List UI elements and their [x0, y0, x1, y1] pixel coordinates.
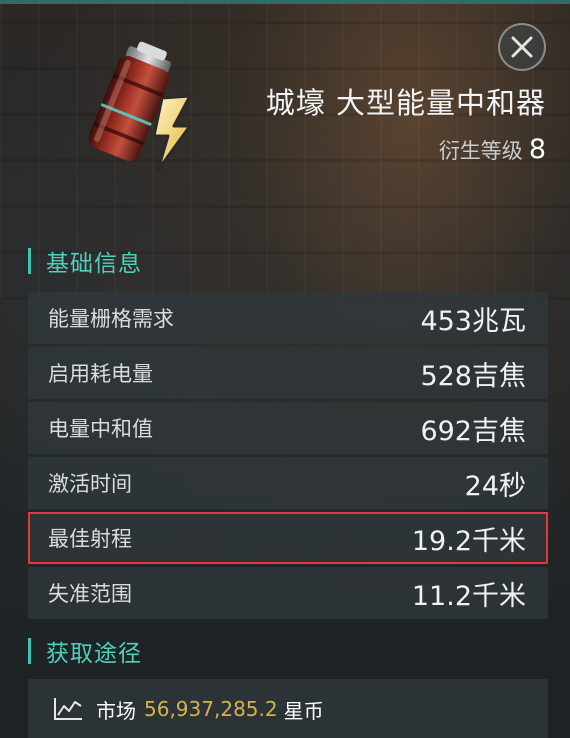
market-label: 市场: [96, 698, 136, 723]
attribute-list: 能量栅格需求 453兆瓦 启用耗电量 528吉焦 电量中和值 692吉焦 激活时…: [28, 292, 548, 622]
attribute-row-optimal-range: 最佳射程 19.2千米: [28, 512, 548, 564]
attribute-row-activation-cost: 启用耗电量 528吉焦: [28, 347, 548, 399]
attribute-value: 24秒: [464, 470, 526, 502]
attribute-label: 失准范围: [48, 582, 132, 606]
attribute-label: 能量栅格需求: [48, 307, 174, 331]
section-acquisition: 获取途径: [28, 636, 142, 667]
attribute-label: 电量中和值: [48, 417, 153, 441]
item-title: 城壕 大型能量中和器: [265, 86, 546, 120]
section-accent-bar: [28, 248, 31, 274]
attribute-label: 启用耗电量: [48, 362, 153, 386]
attribute-value: 11.2千米: [411, 580, 526, 612]
section-acquisition-label: 获取途径: [46, 641, 142, 667]
section-basic-info: 基础信息: [28, 246, 142, 277]
attribute-value: 453兆瓦: [420, 305, 526, 337]
attribute-row-falloff: 失准范围 11.2千米: [28, 567, 548, 619]
market-price: 56,937,285.2: [144, 697, 278, 721]
attribute-value: 19.2千米: [411, 525, 526, 557]
line-chart-icon: [54, 698, 82, 720]
top-accent-line: [0, 0, 570, 4]
energy-neutralizer-battery-icon: [88, 41, 192, 172]
attribute-row-activation-time: 激活时间 24秒: [28, 457, 548, 509]
attribute-row-neutralizer-amount: 电量中和值 692吉焦: [28, 402, 548, 454]
attribute-row-powergrid: 能量栅格需求 453兆瓦: [28, 292, 548, 344]
close-button[interactable]: [498, 23, 546, 71]
section-accent-bar: [28, 638, 31, 664]
section-basic-info-label: 基础信息: [46, 251, 142, 277]
meta-level-value: 8: [528, 134, 546, 165]
meta-level: 衍生等级 8: [439, 134, 546, 165]
item-info-panel: 城壕 大型能量中和器 衍生等级 8 基础信息 能量栅格需求 453兆瓦 启用耗电量…: [0, 0, 570, 738]
meta-level-label: 衍生等级: [438, 139, 523, 163]
close-icon: [511, 36, 533, 58]
market-link[interactable]: 市场 56,937,285.2 星币: [28, 679, 548, 738]
market-currency: 星币: [283, 698, 324, 723]
attribute-value: 528吉焦: [420, 360, 526, 392]
attribute-label: 激活时间: [48, 472, 132, 496]
attribute-value: 692吉焦: [420, 415, 526, 447]
attribute-label: 最佳射程: [48, 527, 132, 551]
